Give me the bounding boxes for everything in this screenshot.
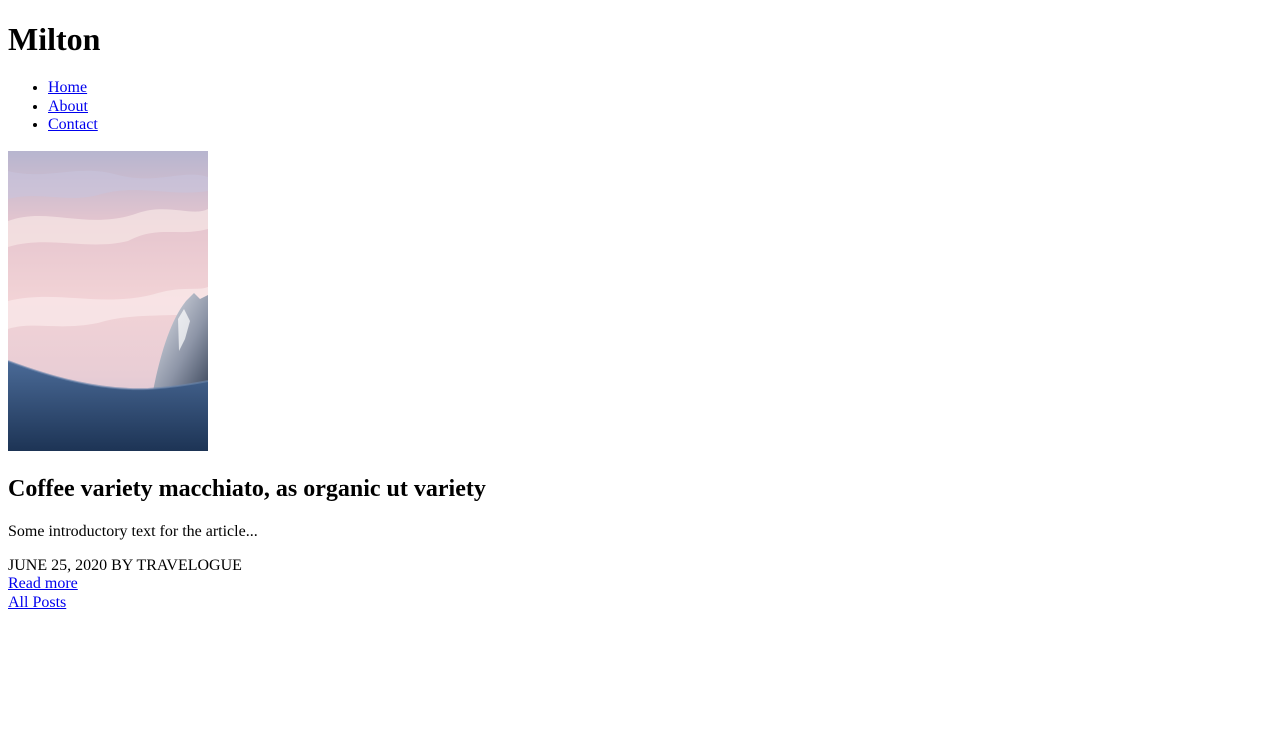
nav-link-about[interactable]: About xyxy=(48,98,88,115)
nav-item-contact: Contact xyxy=(48,116,1272,135)
nav-item-home: Home xyxy=(48,79,1272,98)
read-more-link[interactable]: Read more xyxy=(8,575,1272,594)
site-title: Milton xyxy=(8,21,101,57)
post-card: Coffee variety macchiato, as organic ut … xyxy=(8,150,1272,594)
nav-link-contact[interactable]: Contact xyxy=(48,116,98,133)
post-hero-image xyxy=(8,150,208,451)
nav-link-home[interactable]: Home xyxy=(48,79,87,96)
post-excerpt: Some introductory text for the article..… xyxy=(8,522,258,540)
nav-list: Home About Contact xyxy=(8,79,1272,135)
nav-item-about: About xyxy=(48,98,1272,117)
site-header: Milton Home About Contact xyxy=(8,21,1272,135)
all-posts-link[interactable]: All Posts xyxy=(8,594,1272,613)
post-meta: JUNE 25, 2020 BY TRAVELOGUE xyxy=(8,556,242,574)
page: Milton Home About Contact xyxy=(0,21,1280,612)
main-nav: Home About Contact xyxy=(8,79,1272,135)
post-title: Coffee variety macchiato, as organic ut … xyxy=(8,475,486,502)
